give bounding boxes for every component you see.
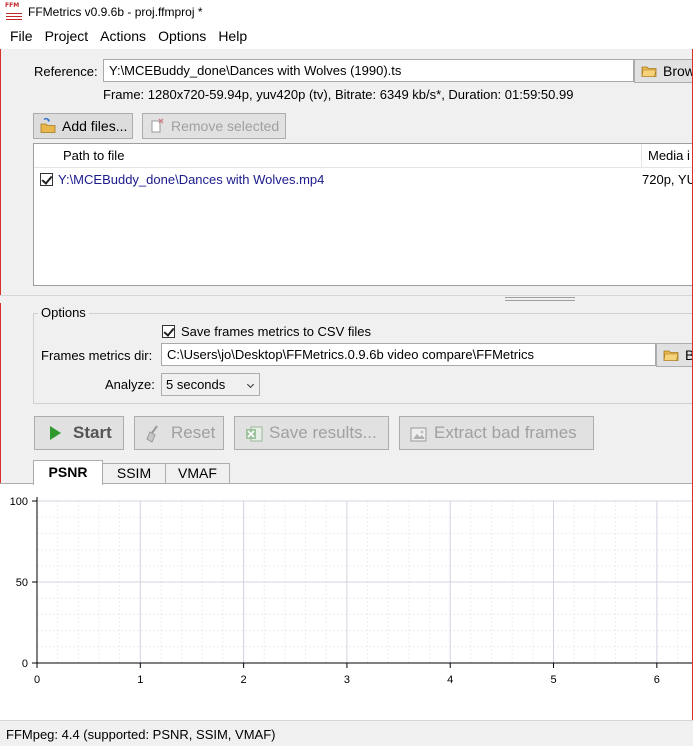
splitter[interactable] — [0, 295, 693, 303]
reset-label: Reset — [171, 423, 216, 442]
image-icon — [410, 425, 427, 442]
file-path: Y:\MCEBuddy_done\Dances with Wolves.mp4 — [58, 172, 325, 187]
menu-file[interactable]: File — [4, 26, 39, 46]
remove-file-icon — [149, 118, 165, 134]
x-tick-label: 6 — [654, 674, 660, 686]
save-csv-checkbox[interactable] — [162, 325, 175, 338]
broom-icon — [145, 425, 161, 443]
folder-icon — [641, 63, 657, 79]
file-list: Path to file Media i Y:\MCEBuddy_done\Da… — [33, 143, 693, 286]
play-icon — [47, 425, 63, 441]
x-tick-label: 1 — [137, 674, 143, 686]
status-text: FFMpeg: 4.4 (supported: PSNR, SSIM, VMAF… — [6, 727, 276, 742]
y-tick-label: 100 — [10, 496, 28, 508]
save-results-label: Save results... — [269, 423, 377, 442]
x-tick-label: 3 — [344, 674, 350, 686]
psnr-chart: 0 50 100 0 1 2 3 4 5 6 — [10, 496, 693, 686]
menu-bar: File Project Actions Options Help — [0, 24, 693, 49]
file-media-info: 720p, YU — [642, 172, 693, 187]
reference-label: Reference: — [34, 64, 98, 79]
status-bar: FFMpeg: 4.4 (supported: PSNR, SSIM, VMAF… — [0, 720, 693, 746]
frames-dir-browse-button[interactable]: B — [656, 343, 693, 367]
y-tick-label: 50 — [16, 577, 28, 589]
remove-selected-button[interactable]: Remove selected — [142, 113, 286, 139]
window-title: FFMetrics v0.9.6b - proj.ffmproj * — [28, 5, 203, 19]
x-tick-label: 2 — [241, 674, 247, 686]
file-checkbox[interactable] — [40, 173, 53, 186]
reference-browse-button[interactable]: Brow — [634, 59, 693, 83]
x-tick-label: 4 — [447, 674, 453, 686]
menu-options[interactable]: Options — [152, 26, 212, 46]
analyze-label: Analyze: — [105, 377, 155, 392]
psnr-chart-panel: 0 50 100 0 1 2 3 4 5 6 — [0, 483, 693, 720]
start-button[interactable]: Start — [34, 416, 124, 450]
tab-vmaf[interactable]: VMAF — [165, 463, 230, 484]
chevron-down-icon — [246, 380, 255, 389]
menu-actions[interactable]: Actions — [94, 26, 152, 46]
reference-browse-label: Brow — [663, 63, 693, 79]
add-files-button[interactable]: Add files... — [33, 113, 133, 139]
ffmetrics-app-icon: FFM — [5, 3, 23, 21]
menu-project[interactable]: Project — [39, 26, 95, 46]
extract-bad-frames-label: Extract bad frames — [434, 423, 577, 442]
reference-media-info: Frame: 1280x720-59.94p, yuv420p (tv), Bi… — [103, 87, 574, 102]
add-files-label: Add files... — [62, 118, 128, 134]
column-separator[interactable] — [641, 144, 642, 168]
column-media-header[interactable]: Media i — [648, 148, 690, 163]
title-bar: FFM FFMetrics v0.9.6b - proj.ffmproj * — [0, 0, 693, 24]
splitter-grip[interactable] — [505, 297, 575, 301]
analyze-select[interactable]: 5 seconds — [161, 373, 260, 396]
column-path-header[interactable]: Path to file — [63, 148, 124, 163]
folder-icon — [663, 347, 679, 363]
analyze-select-value: 5 seconds — [166, 377, 226, 392]
remove-selected-label: Remove selected — [171, 118, 280, 134]
reset-button[interactable]: Reset — [134, 416, 224, 450]
x-tick-label: 5 — [550, 674, 556, 686]
x-tick-label: 0 — [34, 674, 40, 686]
reference-path-input[interactable]: Y:\MCEBuddy_done\Dances with Wolves (199… — [103, 59, 634, 82]
extract-bad-frames-button[interactable]: Extract bad frames — [399, 416, 594, 450]
save-results-button[interactable]: Save results... — [234, 416, 389, 450]
options-group-title: Options — [38, 305, 89, 320]
file-list-header: Path to file Media i — [34, 144, 693, 168]
tab-ssim[interactable]: SSIM — [102, 463, 166, 484]
app-icon-label: FFM — [5, 2, 20, 9]
frames-dir-input[interactable]: C:\Users\jo\Desktop\FFMetrics.0.9.6b vid… — [161, 343, 656, 366]
tab-psnr[interactable]: PSNR — [33, 460, 103, 485]
start-label: Start — [73, 423, 112, 442]
save-csv-label: Save frames metrics to CSV files — [181, 324, 371, 339]
y-tick-label: 0 — [22, 658, 28, 670]
menu-help[interactable]: Help — [212, 26, 253, 46]
list-item[interactable]: Y:\MCEBuddy_done\Dances with Wolves.mp4 … — [34, 170, 693, 190]
add-folder-icon — [40, 117, 56, 134]
excel-icon — [245, 425, 263, 442]
frames-dir-label: Frames metrics dir: — [41, 348, 153, 363]
